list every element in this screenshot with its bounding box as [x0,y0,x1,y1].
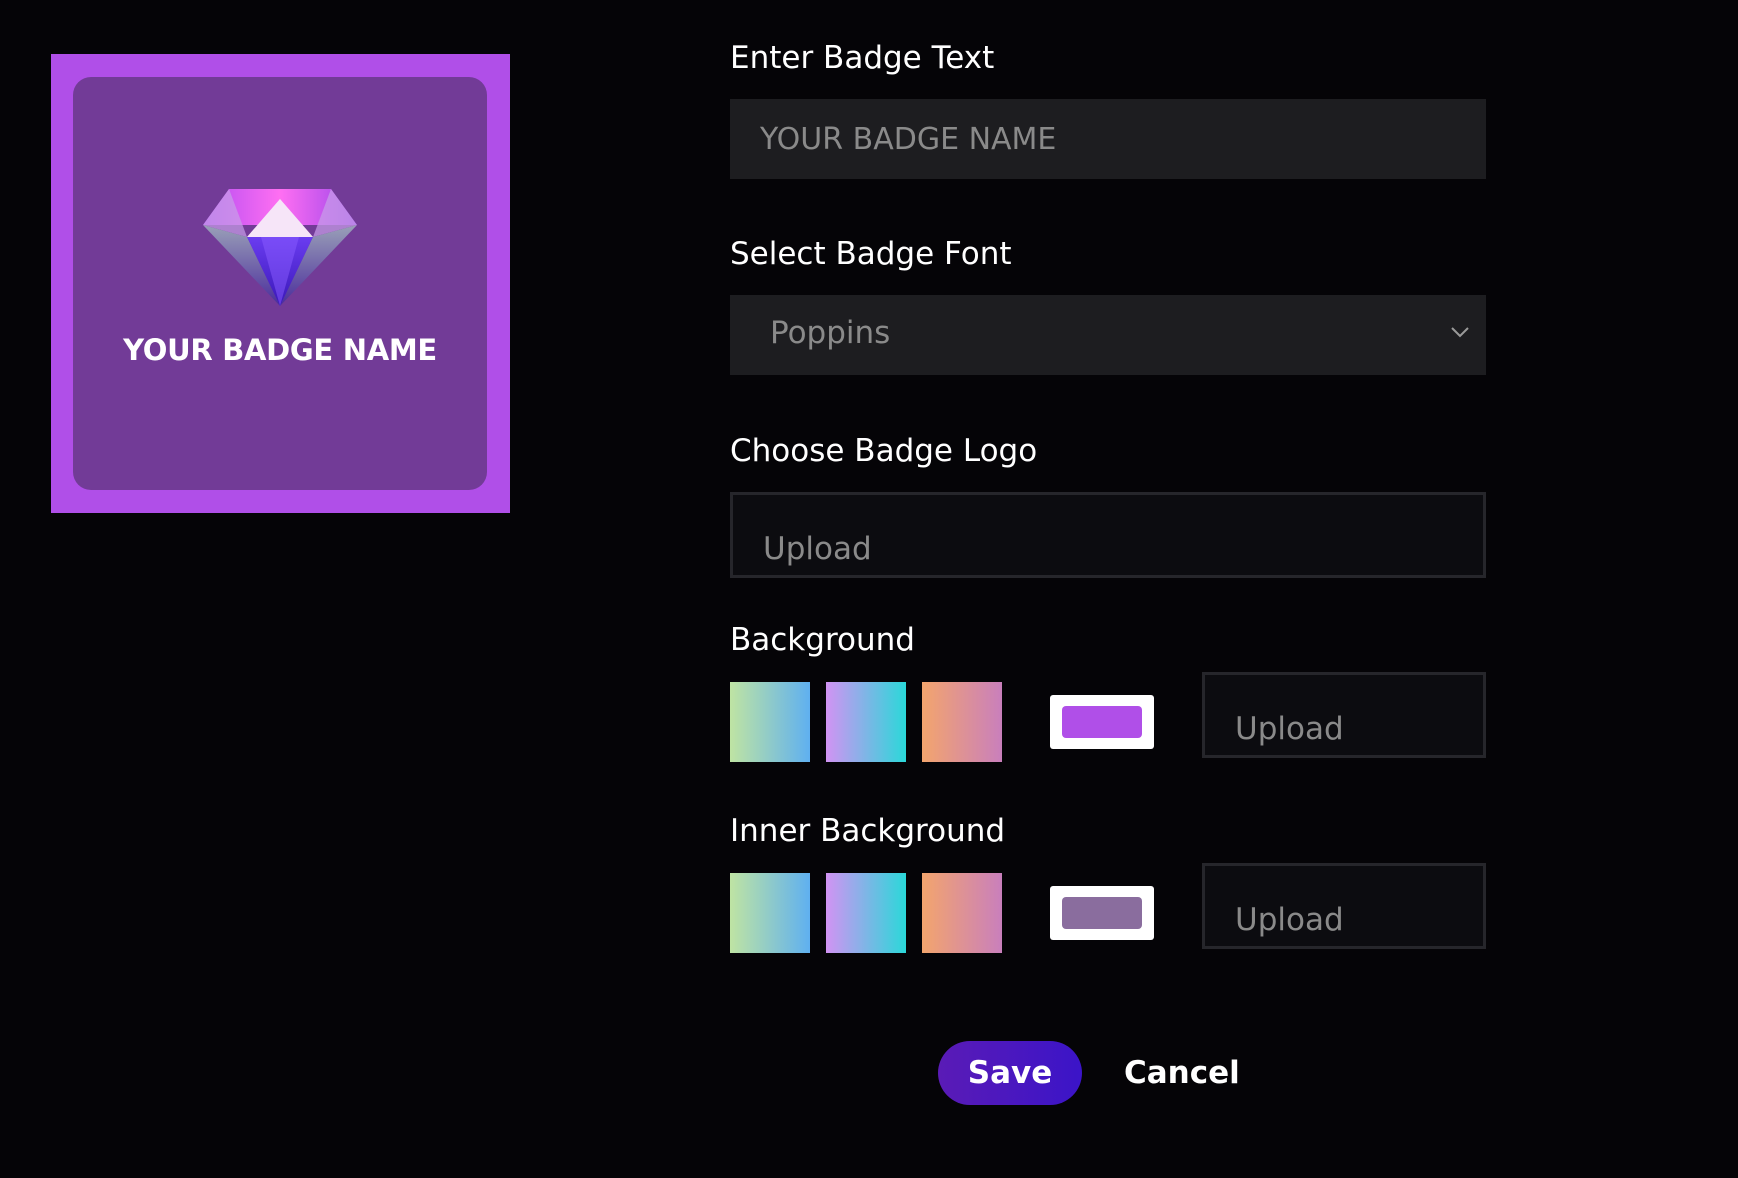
badge-logo-upload-label: Upload [763,531,872,567]
background-color-picker[interactable] [1050,695,1154,749]
background-upload[interactable]: Upload [1202,672,1486,758]
background-gradient-swatch-1[interactable] [730,682,810,762]
inner-background-upload[interactable]: Upload [1202,863,1486,949]
badge-text-input[interactable] [730,99,1486,179]
badge-preview-name: YOUR BADGE NAME [123,333,437,367]
inner-background-gradient-swatch-3[interactable] [922,873,1002,953]
diamond-icon [203,189,357,306]
badge-logo-label: Choose Badge Logo [730,433,1038,469]
background-upload-label: Upload [1235,711,1344,747]
inner-background-upload-label: Upload [1235,902,1344,938]
background-gradient-swatch-2[interactable] [826,682,906,762]
inner-background-gradient-swatch-2[interactable] [826,873,906,953]
inner-background-gradient-swatch-1[interactable] [730,873,810,953]
cancel-button[interactable]: Cancel [1124,1041,1240,1105]
background-label: Background [730,622,915,658]
badge-preview: YOUR BADGE NAME [51,54,510,513]
badge-text-label: Enter Badge Text [730,40,995,76]
badge-font-value: Poppins [770,315,891,351]
inner-background-color-chip [1062,897,1142,929]
badge-preview-inner: YOUR BADGE NAME [73,77,487,490]
chevron-down-icon [1451,327,1469,338]
inner-background-label: Inner Background [730,813,1006,849]
inner-background-color-picker[interactable] [1050,886,1154,940]
badge-font-select[interactable]: Poppins [730,295,1486,375]
save-button[interactable]: Save [938,1041,1082,1105]
badge-font-label: Select Badge Font [730,236,1012,272]
background-gradient-swatch-3[interactable] [922,682,1002,762]
badge-editor: YOUR BADGE NAME Enter Badge Text Select … [0,0,1738,1178]
background-color-chip [1062,706,1142,738]
badge-logo-upload[interactable]: Upload [730,492,1486,578]
